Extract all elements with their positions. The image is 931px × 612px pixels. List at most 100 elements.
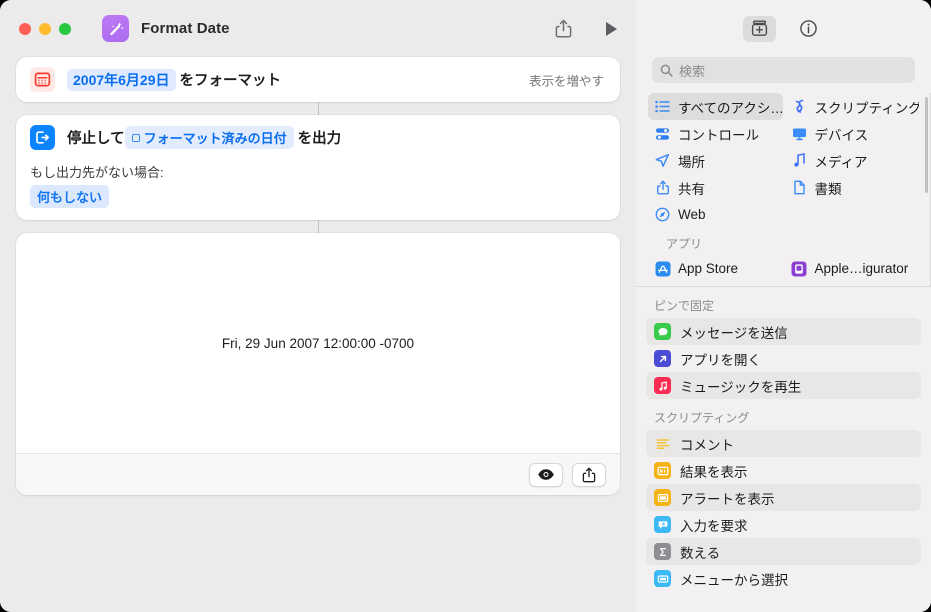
count-sigma-icon (654, 543, 671, 560)
action-connector (317, 102, 319, 115)
sidebar-item-app-store[interactable]: App Store (648, 255, 783, 282)
sidebar-item-devices[interactable]: デバイス (785, 120, 920, 147)
sidebar-item-controls[interactable]: コントロール (648, 120, 783, 147)
comment-lines-icon (654, 435, 671, 452)
sidebar-item-documents[interactable]: 書類 (785, 174, 920, 201)
sidebar-item-web[interactable]: Web (648, 201, 919, 228)
list-item[interactable]: アプリを開く (646, 345, 921, 372)
category-scrollbar[interactable] (925, 97, 928, 282)
share-icon (654, 180, 671, 195)
list-item-label: 入力を要求 (680, 518, 748, 534)
sidebar-item-label: スクリプティング (814, 100, 920, 116)
sidebar-item-label: App Store (678, 261, 739, 276)
action-connector (317, 220, 319, 233)
share-icon[interactable] (572, 462, 606, 487)
library-list[interactable]: ピンで固定 メッセージを送信 アプリを開く ミュージックを再生 スクリプティング… (636, 287, 931, 612)
window-titlebar: Format Date (0, 0, 636, 57)
sidebar-item-label: Web (678, 207, 706, 222)
sidebar-item-media[interactable]: メディア (785, 147, 920, 174)
menu-select-icon (654, 570, 671, 587)
sidebar-item-scripting[interactable]: スクリプティング (785, 93, 920, 120)
list-item[interactable]: ミュージックを再生 (646, 372, 921, 399)
action-card-stop-and-output[interactable]: 停止して フォーマット済みの日付 を出力 もし出力先がない場合: 何もしない (16, 115, 620, 220)
action-card-format-date[interactable]: 2007年6月29日 をフォーマット 表示を増やす (16, 57, 620, 102)
list-item-label: 結果を表示 (680, 464, 748, 480)
quick-look-eye-icon[interactable] (529, 462, 563, 487)
list-item-label: ミュージックを再生 (680, 379, 802, 395)
sidebar-item-finder[interactable]: Finder (785, 282, 920, 286)
sidebar-item-sharing[interactable]: 共有 (648, 174, 783, 201)
action-text: 停止して フォーマット済みの日付 を出力 (67, 126, 341, 149)
list-item[interactable]: メッセージを送信 (646, 318, 921, 345)
category-grid: すべてのアクシ… スクリプティング コントロール デバイス 場所 メディア 共有… (636, 93, 931, 286)
result-text: Fri, 29 Jun 2007 12:00:00 -0700 (221, 335, 415, 351)
action-library-sidebar: 検索 すべてのアクシ… スクリプティング コントロール デバイス 場所 メディア… (636, 0, 931, 612)
action-row: 停止して フォーマット済みの日付 を出力 (16, 115, 620, 160)
shortcut-editor-pane: Format Date 2007年6月29日 をフォーマット 表示を増やす 停止… (0, 0, 636, 612)
list-item[interactable]: 入力を要求 (646, 511, 921, 538)
shortcuts-wand-icon (102, 15, 129, 42)
apple-configurator-icon (791, 261, 808, 277)
traffic-lights (19, 22, 71, 35)
sidebar-item-label: メディア (814, 154, 868, 170)
show-more-link[interactable]: 表示を増やす (529, 70, 604, 89)
variable-token[interactable]: フォーマット済みの日付 (124, 126, 294, 149)
page-title: Format Date (141, 20, 230, 37)
list-icon (654, 100, 671, 113)
variable-token-label: フォーマット済みの日付 (143, 131, 287, 146)
shortcuts-window: Format Date 2007年6月29日 をフォーマット 表示を増やす 停止… (0, 0, 931, 612)
action-row: 2007年6月29日 をフォーマット 表示を増やす (16, 57, 620, 102)
sidebar-item-apple-configurator[interactable]: Apple…igurator (785, 255, 920, 282)
close-button[interactable] (19, 22, 31, 35)
list-item[interactable]: メニューから選択 (646, 565, 921, 592)
list-item-label: アラートを表示 (680, 491, 775, 507)
open-app-icon (654, 350, 671, 367)
sidebar-item-label: デバイス (814, 127, 869, 143)
location-arrow-icon (654, 153, 671, 168)
action-library-icon[interactable] (742, 15, 776, 42)
sidebar-item-facetime[interactable]: FaceTime (648, 282, 783, 286)
calendar-icon (30, 67, 55, 92)
show-result-icon (654, 462, 671, 479)
sidebar-toolbar (636, 0, 931, 57)
no-output-label: もし出力先がない場合: (30, 165, 164, 180)
messages-icon (654, 323, 671, 340)
list-item-label: コメント (680, 437, 734, 453)
date-token[interactable]: 2007年6月29日 (67, 68, 176, 91)
result-preview-panel: Fri, 29 Jun 2007 12:00:00 -0700 (16, 233, 620, 495)
variable-square-icon (131, 133, 140, 142)
result-toolbar (16, 453, 620, 495)
info-circle-icon[interactable] (792, 16, 825, 42)
list-item-label: 数える (680, 545, 721, 561)
play-icon[interactable] (600, 18, 622, 40)
sidebar-item-label: 書類 (814, 181, 842, 197)
list-item-label: メニューから選択 (680, 572, 788, 588)
app-store-icon (654, 261, 671, 277)
zoom-button[interactable] (59, 22, 71, 35)
list-item-label: メッセージを送信 (680, 325, 788, 341)
category-scroll-area[interactable]: すべてのアクシ… スクリプティング コントロール デバイス 場所 メディア 共有… (636, 93, 931, 287)
scrollbar-thumb[interactable] (925, 97, 928, 193)
search-icon (660, 64, 673, 77)
sidebar-item-all-actions[interactable]: すべてのアクシ… (648, 93, 783, 120)
sidebar-item-label: Apple…igurator (814, 261, 909, 276)
sidebar-item-location[interactable]: 場所 (648, 147, 783, 174)
compass-icon (654, 207, 671, 222)
controls-icon (654, 127, 671, 141)
list-item[interactable]: 結果を表示 (646, 457, 921, 484)
result-body: Fri, 29 Jun 2007 12:00:00 -0700 (16, 233, 620, 453)
action-suffix: をフォーマット (179, 73, 282, 89)
no-output-value[interactable]: 何もしない (30, 185, 110, 208)
list-item[interactable]: コメント (646, 430, 921, 457)
search-placeholder: 検索 (679, 63, 706, 79)
search-input[interactable]: 検索 (652, 57, 915, 83)
list-item[interactable]: 数える (646, 538, 921, 565)
sidebar-item-label: 共有 (678, 181, 705, 197)
actions-canvas: 2007年6月29日 をフォーマット 表示を増やす 停止して フォーマット済みの… (0, 57, 636, 612)
share-icon[interactable] (552, 18, 574, 40)
list-item[interactable]: アラートを表示 (646, 484, 921, 511)
minimize-button[interactable] (39, 22, 51, 35)
scripting-icon (791, 99, 808, 114)
music-icon (654, 377, 671, 394)
scripting-section-header: スクリプティング (654, 411, 750, 425)
